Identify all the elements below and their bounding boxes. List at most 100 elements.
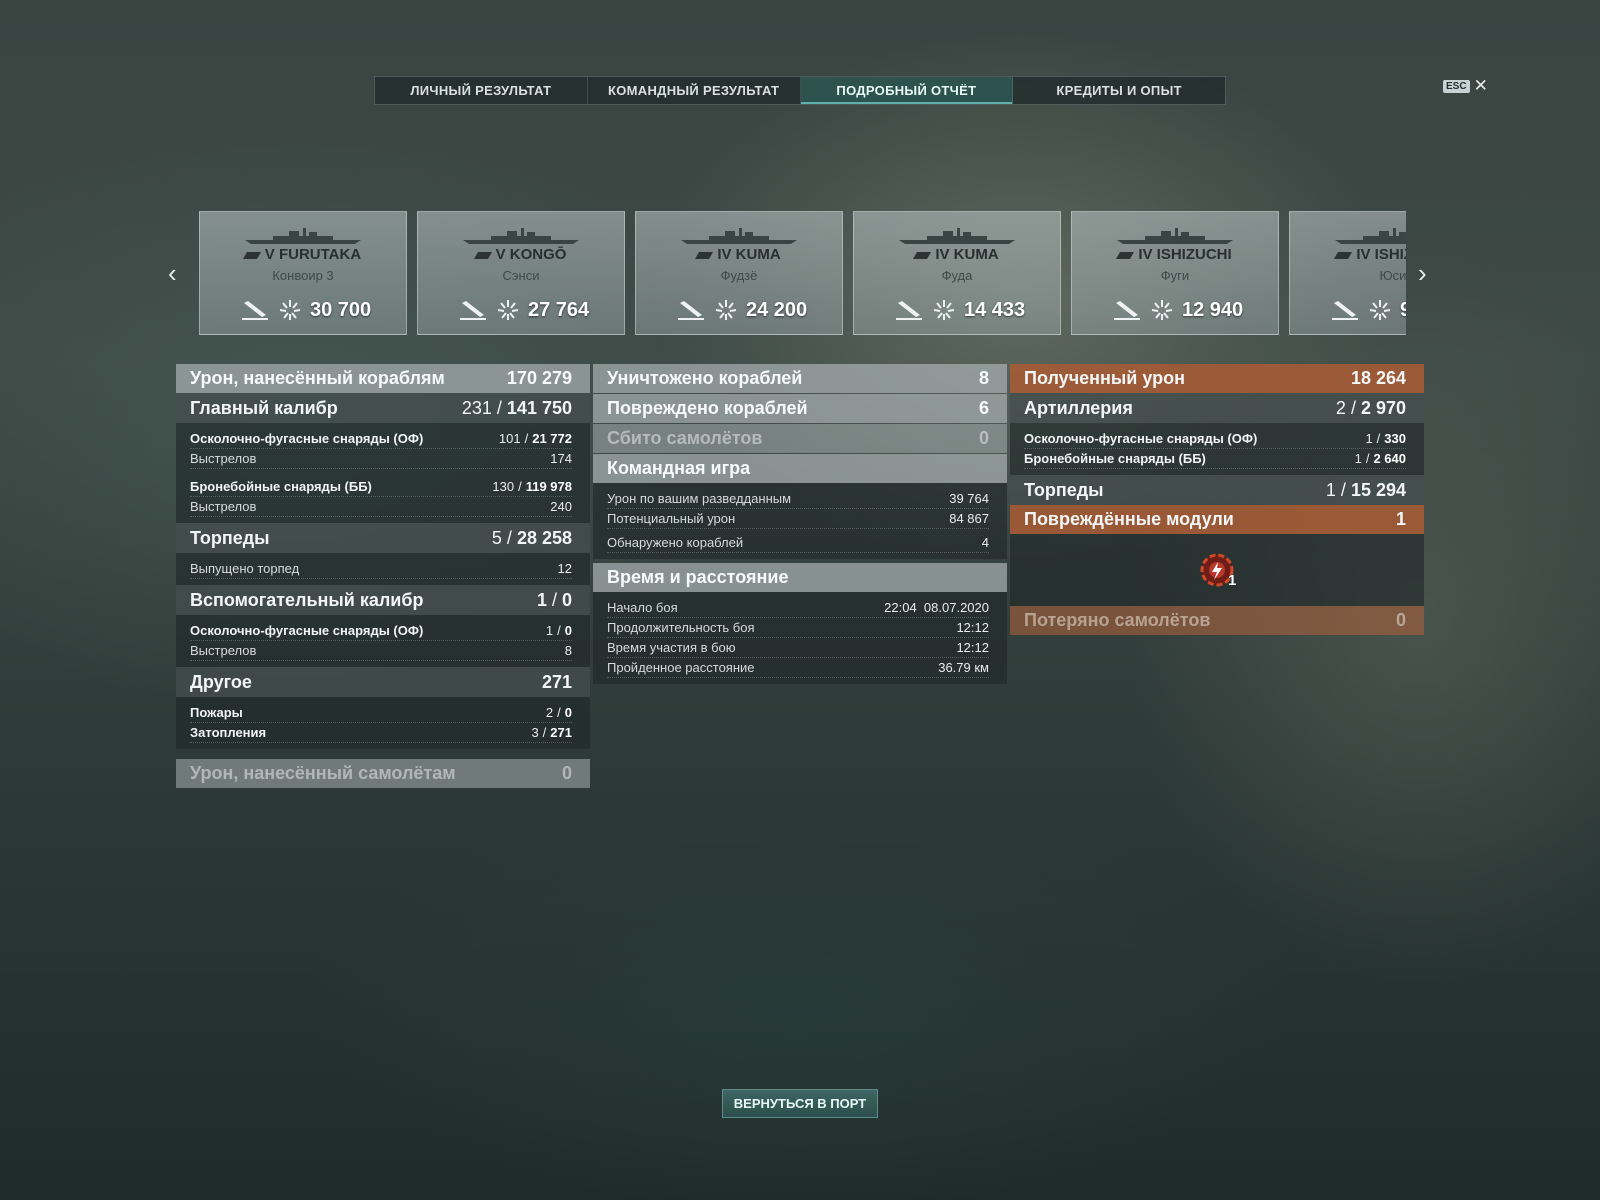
- secondary-shots-row: Выстрелов 8: [190, 641, 572, 661]
- battle-stats-panel: Уничтожено кораблей 8 Повреждено корабле…: [593, 364, 1007, 684]
- ship-silhouette-icon: [1117, 228, 1233, 244]
- other-damage-value: 271: [541, 671, 572, 692]
- planes-lost-header: Потеряно самолётов 0: [1010, 606, 1424, 635]
- tab-detailed-report[interactable]: ПОДРОБНЫЙ ОТЧЁТ: [800, 77, 1014, 104]
- ship-damage-value: 14 433: [964, 298, 1026, 321]
- ship-damage-value: 30 700: [310, 298, 372, 321]
- damaged-modules-list: 1: [1010, 534, 1424, 606]
- received-damage-header: Полученный урон 18 264: [1010, 364, 1424, 393]
- damage-to-ships-label: Урон, нанесённый кораблям: [190, 368, 445, 388]
- ship-card[interactable]: V FURUTAKA Конвоир 3 30 700: [199, 211, 407, 335]
- fires-row: Пожары 2/0: [190, 703, 572, 723]
- potential-damage-row: Потенциальный урон 84 867: [607, 509, 989, 529]
- tab-credits-xp[interactable]: КРЕДИТЫ И ОПЫТ: [1013, 77, 1225, 104]
- damage-burst-icon: [933, 300, 955, 320]
- japan-nation-icon: [695, 251, 714, 259]
- close-icon: ✕: [1473, 76, 1488, 95]
- ship-damage-value: 12 940: [1182, 298, 1244, 321]
- damage-burst-icon: [1369, 300, 1391, 320]
- japan-nation-icon: [473, 251, 492, 259]
- he-shots-row: Выстрелов 174: [190, 449, 572, 469]
- other-damage-label: Другое: [190, 671, 252, 692]
- teamplay-details: Урон по вашим разведданным 39 764 Потенци…: [593, 483, 1007, 559]
- ap-shots-row: Выстрелов 240: [190, 497, 572, 517]
- return-to-port-button[interactable]: ВЕРНУТЬСЯ В ПОРТ: [722, 1089, 878, 1118]
- ship-name: IV KUMA: [854, 246, 1060, 263]
- sunk-ship-icon: [1332, 301, 1358, 320]
- dealt-damage-panel: Урон, нанесённый кораблям 170 279 Главны…: [176, 364, 590, 788]
- time-distance-header: Время и расстояние: [593, 563, 1007, 592]
- other-damage-details: Пожары 2/0 Затопления 3/271: [176, 697, 590, 749]
- japan-nation-icon: [913, 251, 932, 259]
- player-name: Конвоир 3: [272, 268, 334, 283]
- secondary-battery-header: Вспомогательный калибр 1/0: [176, 585, 590, 615]
- close-button[interactable]: ESC ✕: [1443, 76, 1488, 95]
- spotting-damage-row: Урон по вашим разведданным 39 764: [607, 489, 989, 509]
- ship-damage-value: 24 200: [746, 298, 808, 321]
- ship-card[interactable]: IV ISHIZUCHI Юси 9: [1289, 211, 1406, 335]
- player-name: Фуда: [941, 268, 973, 283]
- secondary-battery-details: Осколочно-фугасные снаряды (ОФ) 1/0 Выстр…: [176, 615, 590, 667]
- result-tabs: ЛИЧНЫЙ РЕЗУЛЬТАТ КОМАНДНЫЙ РЕЗУЛЬТАТ ПОД…: [374, 76, 1226, 105]
- torpedoes-header: Торпеды 5/28 258: [176, 523, 590, 553]
- ship-silhouette-icon: [899, 228, 1015, 244]
- ap-shells-row: Бронебойные снаряды (ББ) 130/119 978: [190, 477, 572, 497]
- ship-name: V KONGŌ: [418, 246, 624, 263]
- main-battery-header: Главный калибр 231/141 750: [176, 393, 590, 423]
- tab-team-result[interactable]: КОМАНДНЫЙ РЕЗУЛЬТАТ: [588, 77, 801, 104]
- ship-silhouette-icon: [1335, 228, 1406, 244]
- ship-silhouette-icon: [681, 228, 797, 244]
- main-battery-hits: 231: [461, 397, 492, 418]
- received-he-row: Осколочно-фугасные снаряды (ОФ) 1/330: [1024, 429, 1406, 449]
- ship-name: IV ISHIZUCHI: [1290, 246, 1406, 263]
- ship-card[interactable]: V KONGŌ Сэнси 27 764: [417, 211, 625, 335]
- japan-nation-icon: [1116, 251, 1135, 259]
- ship-name: V FURUTAKA: [200, 246, 406, 263]
- ship-name: IV KUMA: [636, 246, 842, 263]
- ship-card[interactable]: IV KUMA Фуда 14 433: [853, 211, 1061, 335]
- damage-to-ships-value: 170 279: [506, 368, 572, 388]
- player-name: Фудзё: [720, 268, 758, 283]
- sunk-ship-icon: [242, 301, 268, 320]
- main-battery-damage: 141 750: [506, 397, 572, 418]
- he-shells-row: Осколочно-фугасные снаряды (ОФ) 101/21 77…: [190, 429, 572, 449]
- main-battery-label: Главный калибр: [190, 397, 338, 418]
- ship-card[interactable]: IV KUMA Фудзё 24 200: [635, 211, 843, 335]
- ships-damaged-header: Повреждено кораблей 6: [593, 394, 1007, 423]
- received-torpedoes-header: Торпеды 1/15 294: [1010, 475, 1424, 505]
- sunk-ship-icon: [1114, 301, 1140, 320]
- torpedoes-launched-row: Выпущено торпед 12: [190, 559, 572, 579]
- damage-to-planes-value: 0: [561, 763, 572, 783]
- participation-time-row: Время участия в бою 12:12: [607, 638, 989, 658]
- damage-burst-icon: [1151, 300, 1173, 320]
- teamplay-header: Командная игра: [593, 454, 1007, 483]
- time-distance-details: Начало боя 22:04 08.07.2020 Продолжительн…: [593, 592, 1007, 684]
- damage-burst-icon: [279, 300, 301, 320]
- sunk-ship-icon: [678, 301, 704, 320]
- ship-damage-value: 27 764: [528, 298, 590, 321]
- ship-name: IV ISHIZUCHI: [1072, 246, 1278, 263]
- ships-destroyed-header: Уничтожено кораблей 8: [593, 364, 1007, 393]
- esc-key-hint: ESC: [1443, 79, 1470, 93]
- damage-to-ships-header: Урон, нанесённый кораблям 170 279: [176, 364, 590, 393]
- torpedoes-details: Выпущено торпед 12: [176, 553, 590, 585]
- tab-personal-result[interactable]: ЛИЧНЫЙ РЕЗУЛЬТАТ: [375, 77, 588, 104]
- module-damage-count: 1: [1228, 572, 1237, 589]
- torpedoes-label: Торпеды: [190, 527, 270, 548]
- ship-damage-value: 9: [1400, 298, 1406, 321]
- damaged-modules-header: Повреждённые модули 1: [1010, 505, 1424, 534]
- carousel-prev-icon[interactable]: ‹: [168, 258, 177, 289]
- damage-burst-icon: [715, 300, 737, 320]
- damage-burst-icon: [497, 300, 519, 320]
- battle-duration-row: Продолжительность боя 12:12: [607, 618, 989, 638]
- received-artillery-details: Осколочно-фугасные снаряды (ОФ) 1/330 Бро…: [1010, 423, 1424, 475]
- other-damage-header: Другое 271: [176, 667, 590, 697]
- ship-card[interactable]: IV ISHIZUCHI Фуги 12 940: [1071, 211, 1279, 335]
- ship-carousel: V FURUTAKA Конвоир 3 30 700 V KONGŌ Сэнс…: [199, 211, 1406, 335]
- main-battery-details: Осколочно-фугасные снаряды (ОФ) 101/21 77…: [176, 423, 590, 523]
- player-name: Юси: [1379, 268, 1406, 283]
- player-name: Сэнси: [502, 268, 540, 283]
- secondary-battery-label: Вспомогательный калибр: [190, 589, 424, 610]
- carousel-next-icon[interactable]: ›: [1418, 258, 1427, 289]
- secondary-he-row: Осколочно-фугасные снаряды (ОФ) 1/0: [190, 621, 572, 641]
